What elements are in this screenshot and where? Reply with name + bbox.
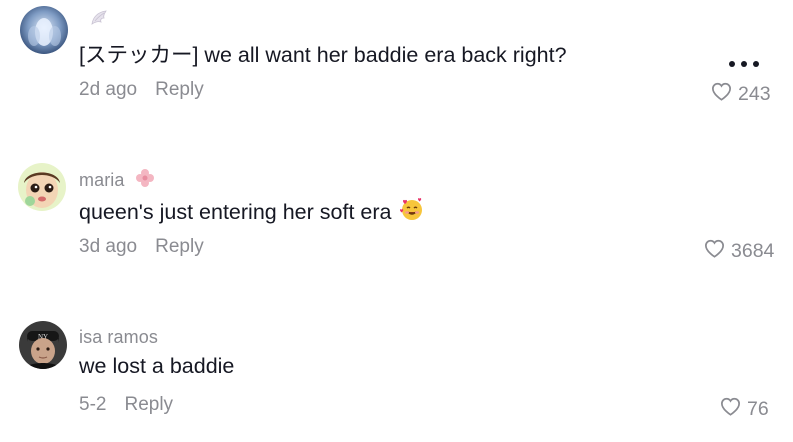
like-count: 76 [747,398,769,420]
timestamp: 5-2 [79,394,107,415]
pink-flower-icon [135,168,155,193]
comment-item: NY isa ramos we lost a baddie 5-2 Reply … [0,310,793,442]
smiling-face-with-hearts-icon [399,196,425,228]
reply-button[interactable]: Reply [155,79,204,101]
reply-button[interactable]: Reply [155,236,204,258]
comment-item: [ステッカー] we all want her baddie era back … [0,0,793,130]
comment-text-content: [ステッカー] we all want her baddie era back … [79,43,567,67]
heart-icon [711,82,732,107]
like-button[interactable]: 243 [711,82,771,107]
comment-text: [ステッカー] we all want her baddie era back … [79,38,567,69]
avatar[interactable] [18,163,66,211]
like-button[interactable]: 3684 [704,239,774,264]
like-button[interactable]: 76 [720,397,769,422]
comment-item: maria queen's just entering her soft era [0,150,793,290]
username[interactable]: isa ramos [79,327,158,348]
comment-meta: 3d ago Reply [79,236,204,258]
username-row: maria [79,168,155,192]
comment-meta: 5-2 Reply [79,394,173,416]
username[interactable]: maria [79,170,125,191]
angel-wing-icon [89,8,109,33]
comment-text-content: queen's just entering her soft era [79,199,392,224]
comment-meta: 2d ago Reply [79,79,204,101]
heart-icon [704,239,725,264]
like-count: 243 [738,83,771,105]
username-row: isa ramos [79,325,158,349]
reply-button[interactable]: Reply [124,394,173,416]
timestamp: 2d ago [79,79,138,100]
comment-text: we lost a baddie [79,354,234,379]
avatar[interactable]: NY [19,321,67,369]
like-count: 3684 [731,240,775,262]
heart-icon [720,397,741,422]
comment-text-content: we lost a baddie [79,354,235,378]
comment-text: queen's just entering her soft era [79,196,425,228]
avatar[interactable] [20,6,68,54]
timestamp: 3d ago [79,236,138,257]
more-options-icon[interactable] [724,54,764,74]
username-row [79,8,109,32]
